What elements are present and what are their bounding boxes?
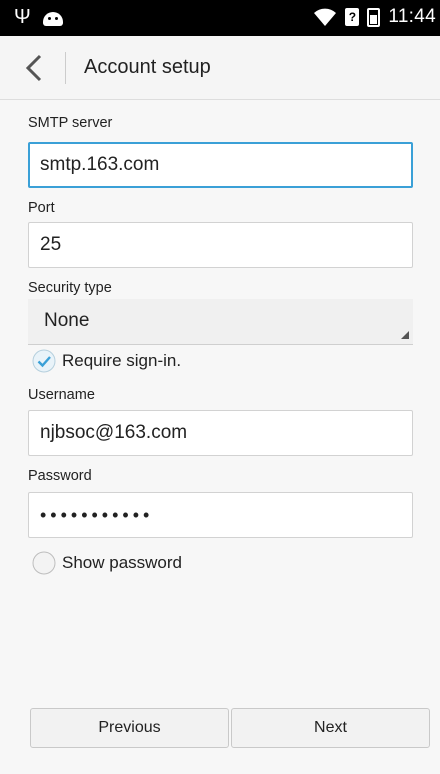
page-title: Account setup [84,56,211,78]
wifi-icon [314,8,337,26]
status-bar-right: ? 11:44 [313,6,436,28]
battery-icon [367,7,381,27]
back-button[interactable] [18,50,52,86]
smtp-server-label: SMTP server [28,115,113,131]
security-type-select[interactable]: None [28,299,413,345]
smtp-server-input[interactable]: smtp.163.com [28,142,413,188]
port-label: Port [28,200,55,216]
usb-icon: Ψ [14,6,31,28]
status-clock: 11:44 [388,6,436,27]
checkbox-unchecked-icon [32,551,56,575]
toolbar-divider [65,52,66,84]
security-type-value: None [44,310,90,331]
status-bar: Ψ ? 11:44 [0,0,440,36]
require-signin-checkbox[interactable]: Require sign-in. [32,349,181,373]
action-bar: Account setup [0,36,440,100]
username-input[interactable]: njbsoc@163.com [28,410,413,456]
sim-icon: ? [345,8,360,26]
port-input[interactable]: 25 [28,222,413,268]
previous-button[interactable]: Previous [30,708,229,748]
show-password-label: Show password [62,553,183,572]
username-label: Username [28,387,95,403]
show-password-checkbox[interactable]: Show password [32,551,182,575]
status-bar-left: Ψ [14,6,63,28]
dropdown-arrow-icon [401,331,409,339]
password-input[interactable]: ••••••••••• [28,492,413,538]
checkbox-checked-icon [32,349,56,373]
require-signin-label: Require sign-in. [62,351,182,370]
chevron-left-icon [25,54,42,82]
next-button[interactable]: Next [231,708,430,748]
android-icon [42,12,63,26]
security-type-label: Security type [28,280,112,296]
password-label: Password [28,468,92,484]
